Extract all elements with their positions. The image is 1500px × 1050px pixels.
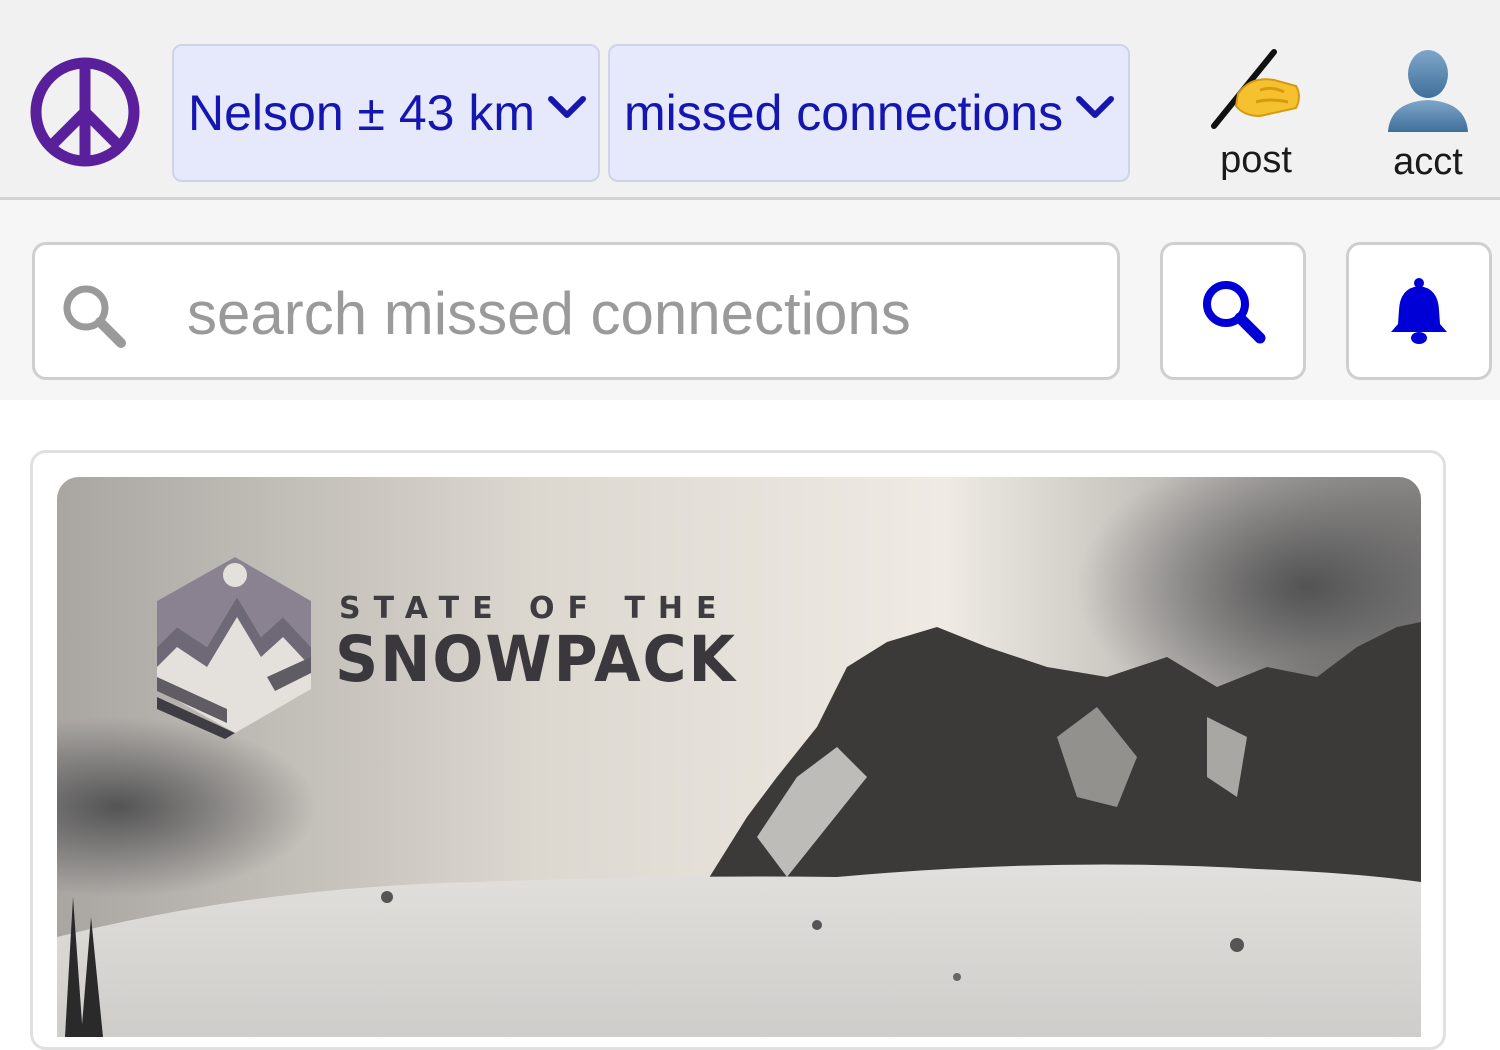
search-bar [0, 200, 1500, 400]
top-navbar: Nelson ± 43 km missed connections post a… [0, 0, 1500, 200]
post-button[interactable]: post [1206, 46, 1306, 182]
chevron-down-icon [1076, 96, 1115, 118]
chevron-down-icon [548, 96, 587, 118]
acct-label: acct [1393, 141, 1463, 183]
writing-hand-icon [1211, 49, 1300, 129]
mountain-photo [57, 477, 1421, 1037]
category-dropdown-label: missed connections [624, 85, 1064, 141]
snowpack-banner[interactable]: STATE OF THE SNOWPACK [57, 477, 1421, 1037]
account-button[interactable]: acct [1378, 46, 1478, 184]
bell-icon [1391, 278, 1447, 344]
banner-title: SNOWPACK [335, 623, 738, 697]
area-dropdown-label: Nelson ± 43 km [188, 85, 536, 141]
search-button[interactable] [1160, 242, 1306, 380]
search-field[interactable] [32, 242, 1120, 380]
magnifier-icon [1203, 281, 1266, 344]
magnifier-icon [63, 285, 126, 348]
banner-subtitle: STATE OF THE [339, 591, 730, 626]
category-dropdown[interactable]: missed connections [608, 44, 1130, 182]
search-input[interactable] [185, 267, 1089, 359]
peace-sign-icon[interactable] [28, 55, 142, 169]
promo-card: STATE OF THE SNOWPACK [30, 450, 1446, 1050]
area-dropdown[interactable]: Nelson ± 43 km [172, 44, 600, 182]
user-silhouette-icon [1388, 50, 1468, 132]
alert-button[interactable] [1346, 242, 1492, 380]
post-label: post [1220, 139, 1292, 181]
